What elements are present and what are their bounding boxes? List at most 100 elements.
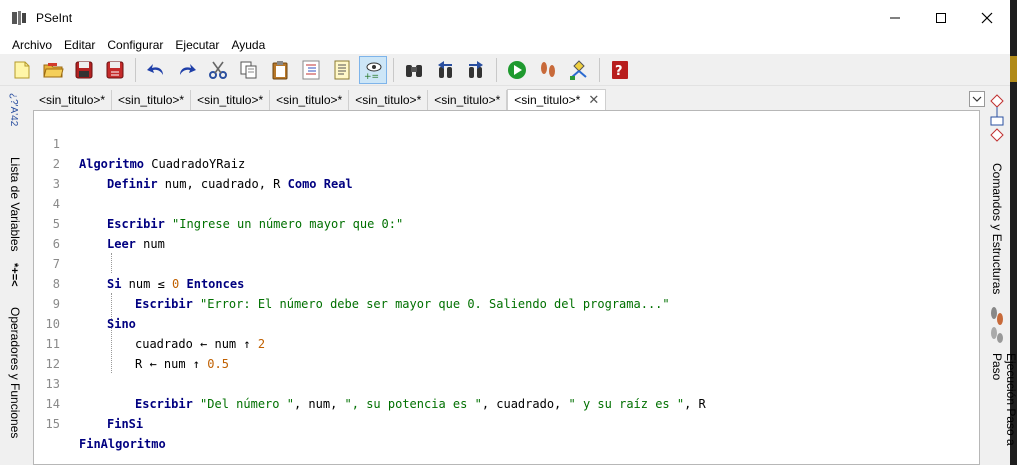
undo-button[interactable] xyxy=(142,56,170,84)
tab-label: <sin_titulo>* xyxy=(197,93,264,107)
eye-inspect-icon: += xyxy=(364,62,382,81)
window-title: PSeInt xyxy=(36,11,73,25)
title-bar: PSeInt xyxy=(0,0,1010,36)
tab-label: <sin_titulo>* xyxy=(514,93,581,107)
code-line-2: 2 Definir num, cuadrado, R Como Real xyxy=(34,134,979,191)
format-code-button[interactable] xyxy=(297,56,325,84)
run-button[interactable] xyxy=(503,56,531,84)
code-line-3: 3 xyxy=(34,154,979,191)
tab-sin-titulo-6[interactable]: <sin_titulo>* xyxy=(428,90,508,110)
code-line-7: 7 Si num ≤ 0 Entonces xyxy=(34,234,979,291)
flowchart-button[interactable] xyxy=(565,56,593,84)
pseint-window: PSeInt Archivo Editar Configurar Ejecuta… xyxy=(0,0,1017,465)
undo-icon xyxy=(147,63,163,75)
help-button[interactable]: ? xyxy=(606,56,634,84)
open-file-button[interactable] xyxy=(39,56,67,84)
format-lines-icon xyxy=(302,60,320,79)
tab-list-dropdown-button[interactable] xyxy=(969,91,985,107)
redo-button[interactable] xyxy=(173,56,201,84)
toolbar-separator xyxy=(496,57,497,82)
footprints-icon[interactable] xyxy=(988,305,1006,349)
tab-sin-titulo-2[interactable]: <sin_titulo>* xyxy=(112,90,192,110)
close-button[interactable] xyxy=(964,0,1010,36)
code-line-11: 11 R ← num ↑ 0.5 xyxy=(34,314,979,371)
operators-functions-tab[interactable]: Operadores y Funciones xyxy=(8,307,22,438)
help-book-icon: ? xyxy=(612,60,628,79)
new-file-button[interactable] xyxy=(8,56,36,84)
toolbar-separator xyxy=(393,57,394,82)
save-button[interactable] xyxy=(70,56,98,84)
code-line-13: 13 Escribir "Del número ", num, ", su po… xyxy=(34,354,979,411)
menu-archivo[interactable]: Archivo xyxy=(0,36,58,54)
code-line-12: 12 xyxy=(34,334,979,371)
maximize-button[interactable] xyxy=(918,0,964,36)
binoculars-previous-icon xyxy=(438,60,452,78)
line-number: 15 xyxy=(45,417,60,431)
tab-sin-titulo-5[interactable]: <sin_titulo>* xyxy=(349,90,429,110)
keyword: FinAlgoritmo xyxy=(79,437,166,451)
paste-button[interactable] xyxy=(266,56,294,84)
code-line-1: 1 Algoritmo CuadradoYRaiz xyxy=(34,114,979,171)
keyword: FinSi xyxy=(107,417,144,431)
tab-sin-titulo-4[interactable]: <sin_titulo>* xyxy=(270,90,350,110)
background-window-strip xyxy=(1010,56,1017,82)
structures-diagram-icon[interactable] xyxy=(988,93,1006,157)
copy-icon xyxy=(240,61,257,78)
tab-label: <sin_titulo>* xyxy=(355,93,422,107)
menu-ayuda[interactable]: Ayuda xyxy=(225,36,271,54)
tab-label: <sin_titulo>* xyxy=(276,93,343,107)
scissors-icon xyxy=(209,61,227,79)
debug-inspect-button[interactable]: += xyxy=(359,55,387,84)
tab-label: <sin_titulo>* xyxy=(39,93,106,107)
tab-label: <sin_titulo>* xyxy=(434,93,501,107)
pseint-logo-icon xyxy=(10,9,28,27)
tab-label: <sin_titulo>* xyxy=(118,93,185,107)
toolbar: += ? xyxy=(0,54,1010,86)
code-line-14: 14 FinSi xyxy=(34,374,979,431)
toolbar-separator xyxy=(135,57,136,82)
step-by-step-button[interactable] xyxy=(534,56,562,84)
code-line-10: 10 cuadrado ← num ↑ 2 xyxy=(34,294,979,351)
save-disk-icon xyxy=(75,61,93,78)
save-as-button[interactable] xyxy=(101,56,129,84)
code-editor[interactable]: 1 Algoritmo CuadradoYRaiz 2 Definir num,… xyxy=(33,110,980,465)
maximize-icon xyxy=(936,13,946,23)
tab-sin-titulo-1[interactable]: <sin_titulo>* xyxy=(33,90,113,110)
tab-sin-titulo-3[interactable]: <sin_titulo>* xyxy=(191,90,271,110)
svg-text:?: ? xyxy=(615,64,623,79)
minimize-button[interactable] xyxy=(872,0,918,36)
find-previous-button[interactable] xyxy=(431,56,459,84)
code-line-8: 8 Escribir "Error: El número debe ser ma… xyxy=(34,254,979,311)
minimize-icon xyxy=(890,17,900,19)
play-icon xyxy=(508,60,526,79)
code-line-4: 4 Escribir "Ingrese un número mayor que … xyxy=(34,174,979,231)
right-side-panel: Comandos y Estructuras Ejecución Paso a … xyxy=(982,87,1017,465)
close-icon xyxy=(981,12,993,24)
variables-glyphs: *+=< xyxy=(8,263,20,287)
svg-text:+=: += xyxy=(364,72,379,81)
binoculars-next-icon xyxy=(469,60,483,78)
footprints-icon xyxy=(541,61,555,77)
cut-button[interactable] xyxy=(204,56,232,84)
toolbar-separator xyxy=(599,57,600,82)
variables-list-tab[interactable]: Lista de Variables xyxy=(8,157,22,252)
menu-ejecutar[interactable]: Ejecutar xyxy=(169,36,225,54)
new-file-icon xyxy=(14,61,30,78)
code-line-6: 6 xyxy=(34,214,979,251)
menu-configurar[interactable]: Configurar xyxy=(101,36,169,54)
operators-glyphs-tab[interactable]: ¿?'A'42 xyxy=(8,93,19,126)
find-next-button[interactable] xyxy=(462,56,490,84)
binoculars-icon xyxy=(406,64,422,77)
step-execution-tab[interactable]: Ejecución Paso a Paso xyxy=(990,353,1017,465)
save-as-icon xyxy=(106,61,124,78)
copy-button[interactable] xyxy=(235,56,263,84)
menu-editar[interactable]: Editar xyxy=(58,36,101,54)
tab-sin-titulo-active[interactable]: <sin_titulo>* ✕ xyxy=(507,89,607,110)
code-line-5: 5 Leer num xyxy=(34,194,979,251)
comment-button[interactable] xyxy=(328,56,356,84)
find-button[interactable] xyxy=(400,56,428,84)
commands-structures-tab[interactable]: Comandos y Estructuras xyxy=(990,163,1004,294)
tab-close-icon[interactable]: ✕ xyxy=(588,92,599,108)
left-side-panel: ¿?'A'42 Lista de Variables *+=< Operador… xyxy=(0,87,30,465)
open-folder-icon xyxy=(43,62,64,77)
